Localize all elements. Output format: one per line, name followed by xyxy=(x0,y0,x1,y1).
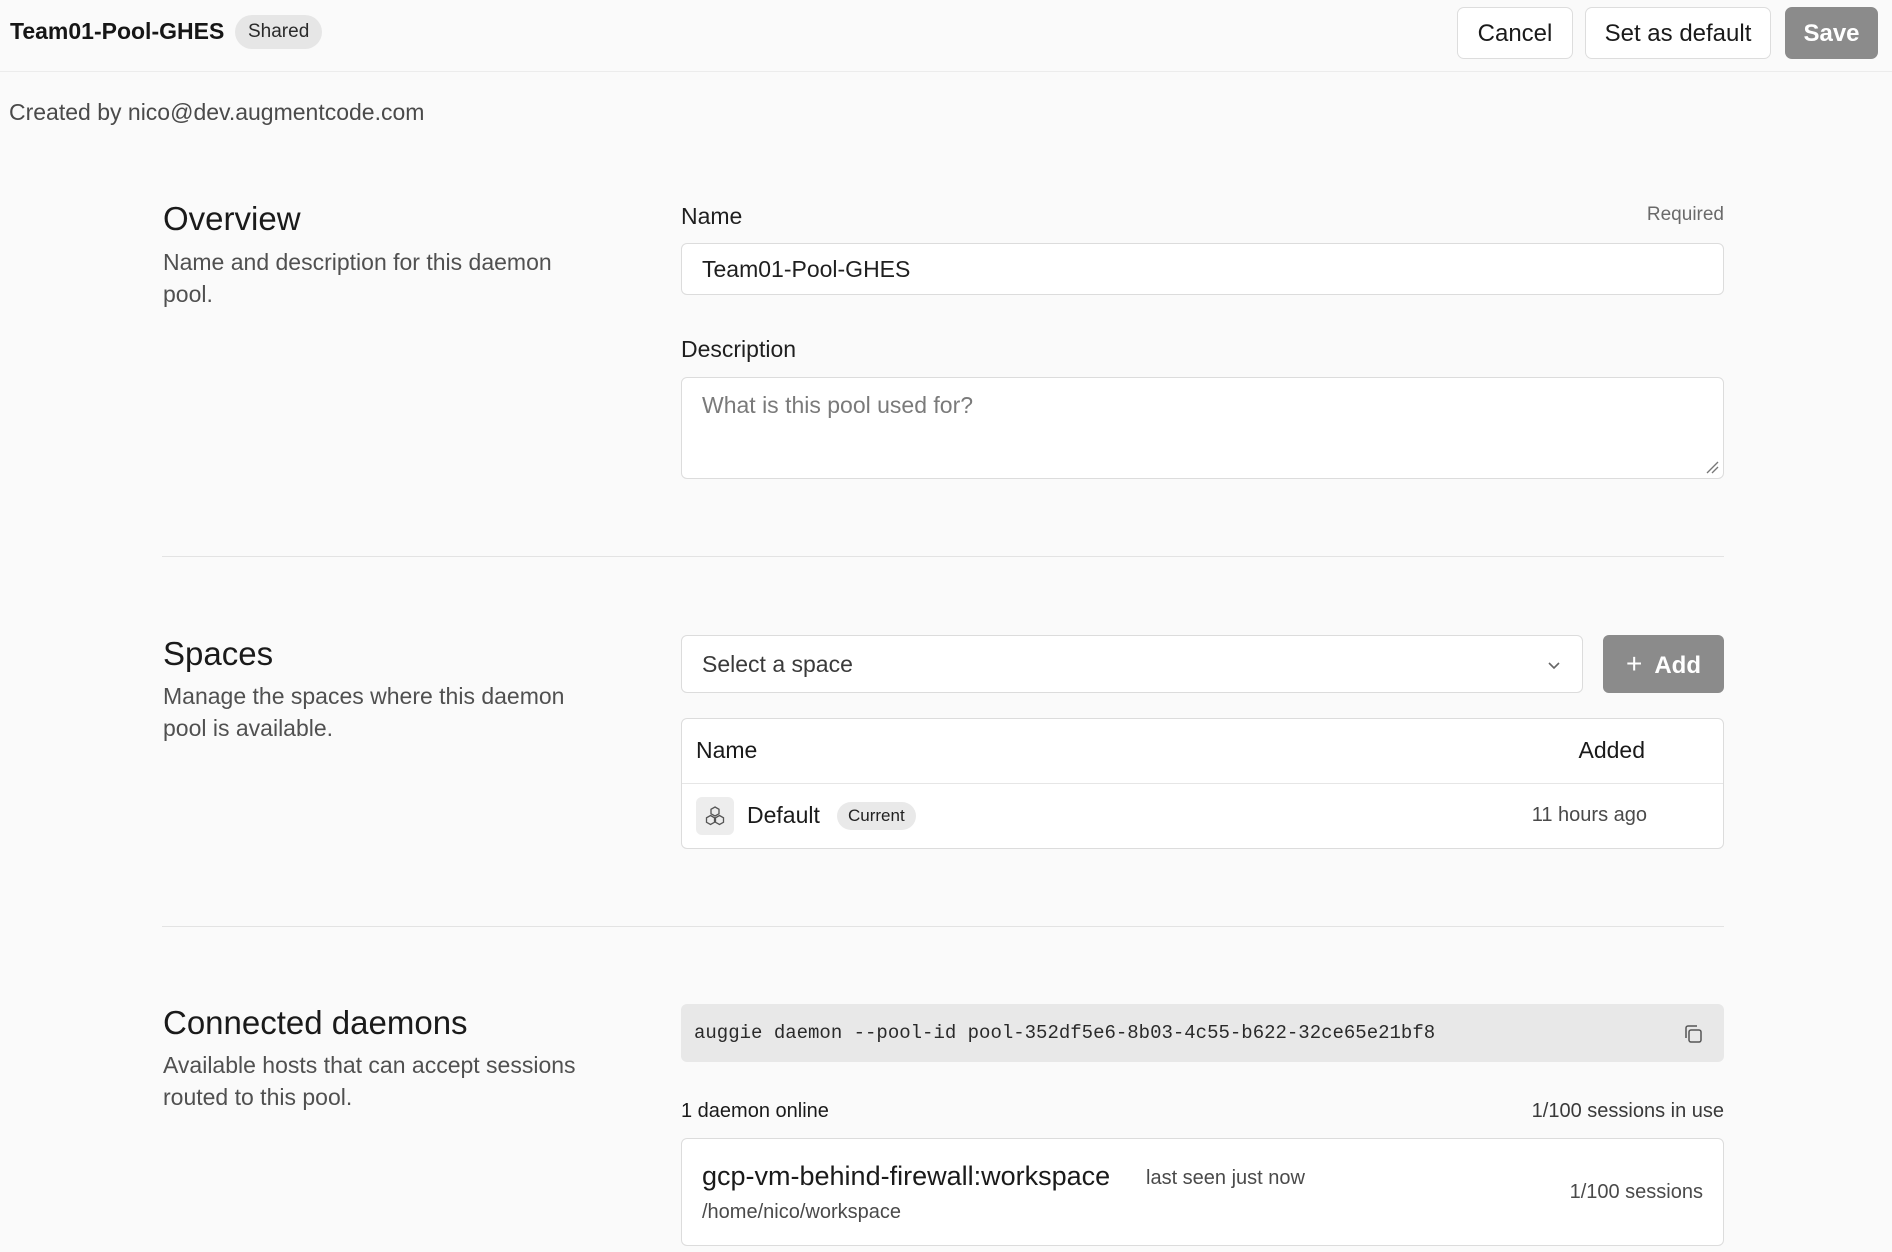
name-label: Name xyxy=(681,203,743,229)
shared-badge: Shared xyxy=(235,15,323,49)
description-label: Description xyxy=(681,336,797,362)
daemon-command: auggie daemon --pool-id pool-352df5e6-8b… xyxy=(694,1022,1436,1044)
table-divider xyxy=(682,783,1723,784)
space-added-time: 11 hours ago xyxy=(1531,804,1647,826)
space-select[interactable]: Select a space xyxy=(681,635,1583,693)
cancel-button[interactable]: Cancel xyxy=(1457,7,1573,59)
set-default-button[interactable]: Set as default xyxy=(1585,7,1771,59)
table-header-name: Name xyxy=(696,737,758,763)
name-input[interactable]: Team01-Pool-GHES xyxy=(681,243,1724,295)
top-bar: Team01-Pool-GHES Shared Cancel Set as de… xyxy=(0,0,1892,72)
daemons-description: Available hosts that can accept sessions… xyxy=(163,1052,576,1110)
daemon-command-box: auggie daemon --pool-id pool-352df5e6-8b… xyxy=(681,1004,1724,1062)
created-by-text: Created by nico@dev.augmentcode.com xyxy=(9,99,425,125)
sessions-in-use: 1/100 sessions in use xyxy=(1531,1100,1724,1122)
overview-description: Name and description for this daemon poo… xyxy=(163,249,552,307)
required-label: Required xyxy=(1646,204,1724,225)
daemon-path: /home/nico/workspace xyxy=(702,1201,901,1223)
description-placeholder: What is this pool used for? xyxy=(702,392,974,418)
daemon-sessions: 1/100 sessions xyxy=(1569,1181,1703,1203)
resize-grip-icon[interactable] xyxy=(1705,460,1719,474)
spaces-description: Manage the spaces where this daemon pool… xyxy=(163,683,565,741)
description-textarea[interactable]: What is this pool used for? xyxy=(681,377,1724,479)
overview-title: Overview xyxy=(163,200,301,237)
cubes-icon xyxy=(696,797,734,835)
space-select-placeholder: Select a space xyxy=(702,651,853,677)
daemon-card[interactable]: gcp-vm-behind-firewall:workspace last se… xyxy=(681,1138,1724,1246)
current-badge: Current xyxy=(837,802,916,830)
chevron-down-icon xyxy=(1548,662,1560,670)
add-space-button[interactable]: + Add xyxy=(1603,635,1724,693)
daemons-title: Connected daemons xyxy=(163,1004,468,1041)
spaces-title: Spaces xyxy=(163,635,274,672)
daemon-name: gcp-vm-behind-firewall:workspace xyxy=(702,1161,1111,1191)
daemon-online-count: 1 daemon online xyxy=(681,1100,829,1122)
page-title: Team01-Pool-GHES xyxy=(10,18,225,44)
section-divider xyxy=(162,926,1724,927)
copy-icon[interactable] xyxy=(1682,1023,1704,1045)
table-header-added: Added xyxy=(1578,737,1645,763)
section-divider xyxy=(162,556,1724,557)
add-space-label: Add xyxy=(1654,652,1701,679)
daemon-last-seen: last seen just now xyxy=(1146,1167,1305,1189)
space-name: Default xyxy=(747,802,820,828)
plus-icon: + xyxy=(1625,648,1643,679)
save-button[interactable]: Save xyxy=(1785,7,1878,59)
spaces-table: Name Added Default Current 11 hours ago xyxy=(681,718,1724,849)
